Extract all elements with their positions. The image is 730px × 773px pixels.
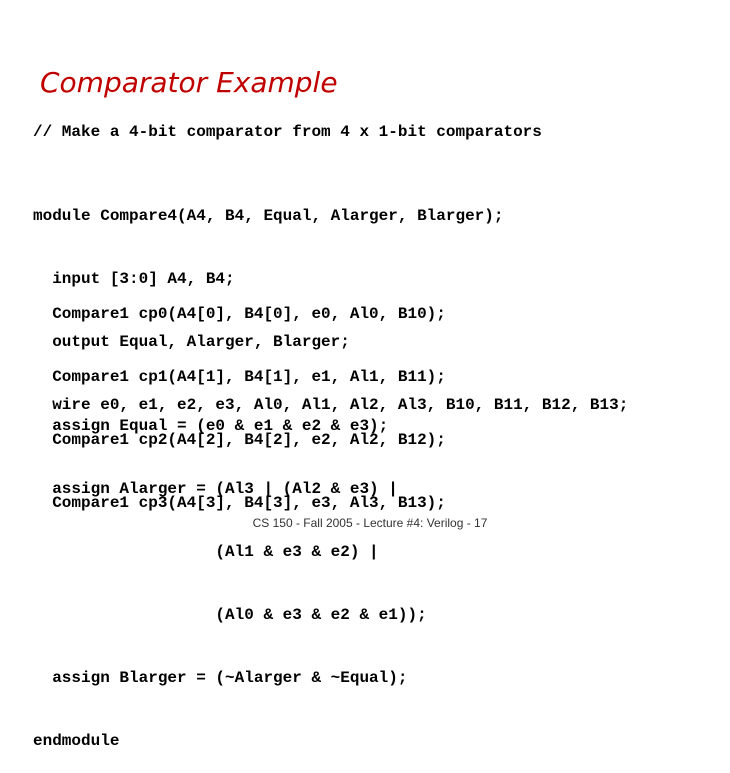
code-line-assign-blarger: assign Blarger = (~Alarger & ~Equal); (33, 669, 408, 687)
code-line-module: module Compare4(A4, B4, Equal, Alarger, … (33, 207, 504, 225)
code-line-instance-cp0: Compare1 cp0(A4[0], B4[0], e0, Al0, B10)… (33, 305, 446, 323)
slide-footer: CS 150 - Fall 2005 - Lecture #4: Verilog… (252, 516, 488, 530)
code-line-endmodule: endmodule (33, 732, 120, 750)
code-line-assign-alarger-cont1: (Al1 & e3 & e2) | (33, 543, 379, 561)
assigns-block: assign Equal = (e0 & e1 & e2 & e3); assi… (33, 374, 427, 773)
code-line-assign-alarger: assign Alarger = (Al3 | (Al2 & e3) | (33, 480, 398, 498)
code-comment: // Make a 4-bit comparator from 4 x 1-bi… (33, 123, 542, 141)
code-line-assign-alarger-cont2: (Al0 & e3 & e2 & e1)); (33, 606, 427, 624)
code-line-assign-equal: assign Equal = (e0 & e1 & e2 & e3); (33, 417, 389, 435)
slide-title: Comparator Example (40, 66, 338, 99)
